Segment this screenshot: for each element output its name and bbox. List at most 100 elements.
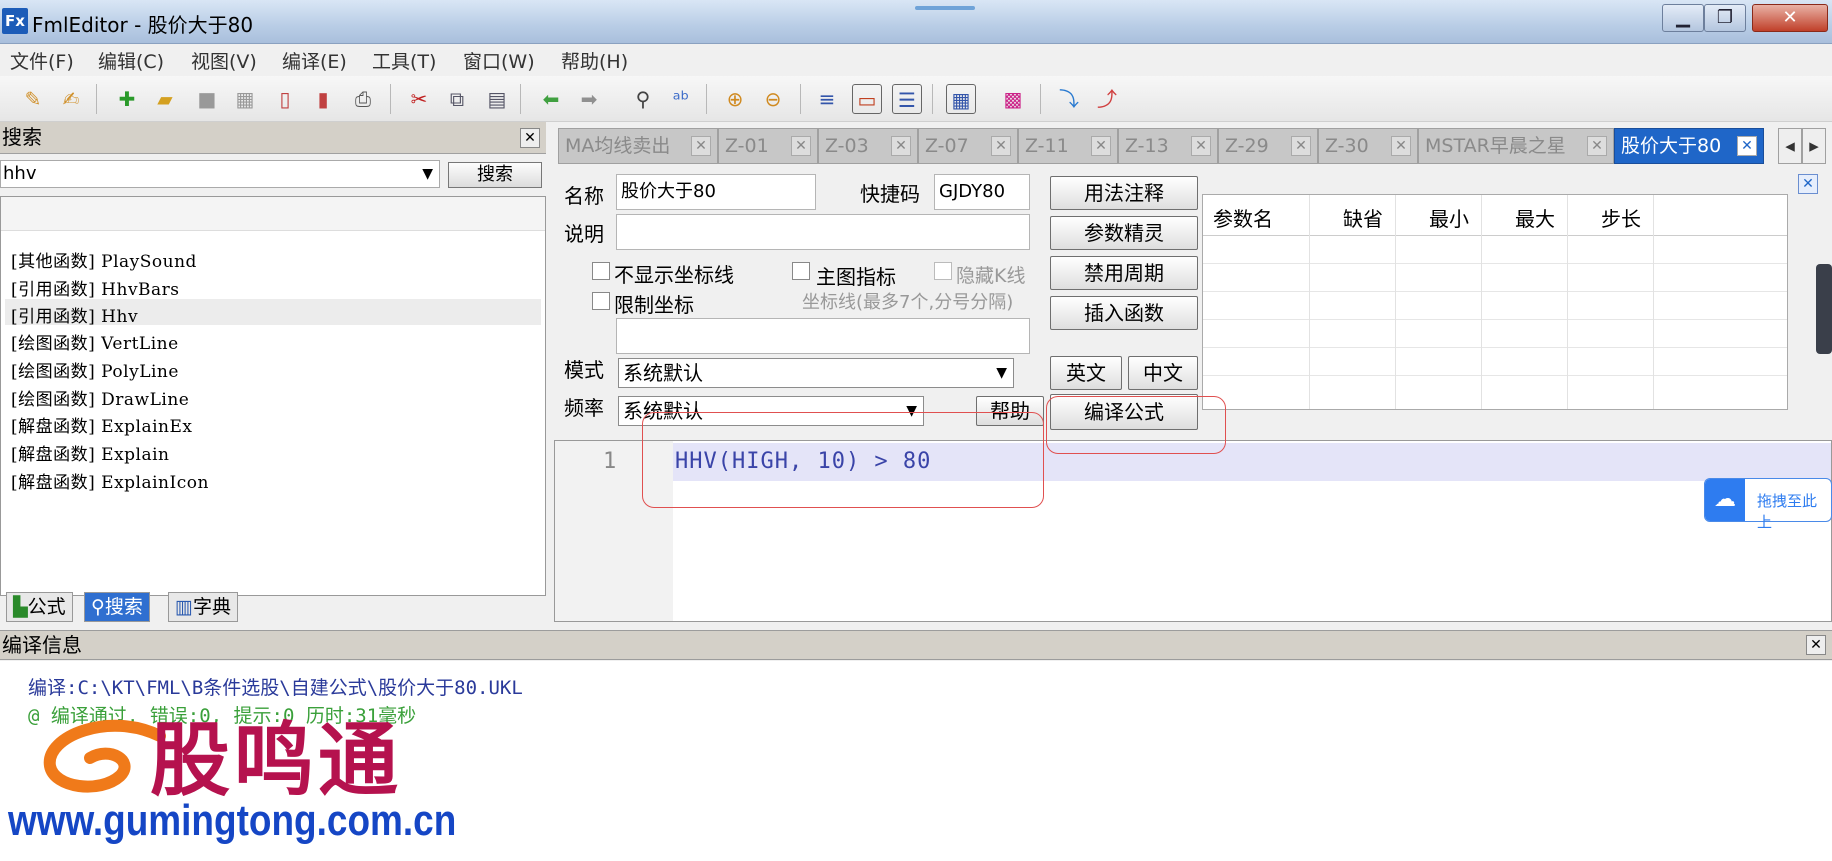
wrap-icon[interactable]: ≡ [812,84,842,114]
close-button[interactable]: ✕ [1752,4,1828,32]
print-icon[interactable]: ⎙ [348,84,378,114]
list-item[interactable]: [引用函数] HhvBars [11,275,180,300]
tab-close-icon[interactable]: ✕ [691,136,711,156]
description-field[interactable] [616,214,1030,250]
tab-close-icon[interactable]: ✕ [1737,136,1757,156]
param-close-icon[interactable]: ✕ [1798,174,1818,194]
list-item[interactable]: [绘图函数] PolyLine [11,357,179,382]
no-axis-checkbox[interactable] [592,262,610,280]
list-view-icon[interactable]: ☰ [892,84,922,114]
param-wizard-button[interactable]: 参数精灵 [1050,216,1198,250]
hide-k-checkbox[interactable] [934,262,952,280]
menu-window[interactable]: 窗口(W) [463,47,535,74]
list-item[interactable]: [解盘函数] Explain [11,440,170,465]
cut-icon[interactable]: ✂ [404,84,434,114]
chinese-button[interactable]: 中文 [1128,356,1198,390]
chevron-down-icon[interactable]: ▼ [422,161,433,187]
color-grid-icon[interactable]: ▩ [998,84,1028,114]
list-item[interactable]: [解盘函数] ExplainEx [11,412,193,437]
usage-notes-button[interactable]: 用法注释 [1050,176,1198,210]
export-icon[interactable]: ⤴ [1092,84,1122,114]
save-icon[interactable]: ■ [192,84,222,114]
list-item[interactable]: [其他函数] PlaySound [11,247,197,272]
main-chart-checkbox[interactable] [792,262,810,280]
tab-close-icon[interactable]: ✕ [791,136,811,156]
find-icon[interactable]: ⚲ [628,84,658,114]
formula-tab[interactable]: Z-29 ✕ [1218,128,1318,164]
tab-close-icon[interactable]: ✕ [1191,136,1211,156]
formula-properties: 名称 股价大于80 快捷码 GJDY80 说明 不显示坐标线 主图指标 隐藏K线… [552,164,1832,434]
maximize-button[interactable]: ❐ [1704,4,1746,32]
menu-edit[interactable]: 编辑(C) [98,47,164,74]
list-item[interactable]: [绘图函数] DrawLine [11,385,189,410]
tab-formula[interactable]: ▙公式 [6,592,73,622]
window-icon[interactable]: ▭ [852,84,882,114]
shortcut-field[interactable]: GJDY80 [934,174,1030,210]
add-icon[interactable]: ✚ [112,84,142,114]
menu-tools[interactable]: 工具(T) [372,47,436,74]
axis-hint: 坐标线(最多7个,分号分隔) [802,292,1014,313]
tab-close-icon[interactable]: ✕ [891,136,911,156]
grid-view-icon[interactable]: ▦ [946,84,976,114]
search-results-list: [其他函数] PlaySound [引用函数] HhvBars [引用函数] H… [0,196,546,596]
paste-icon[interactable]: ▤ [482,84,512,114]
tab-close-icon[interactable]: ✕ [1091,136,1111,156]
new-formula-icon[interactable]: ✎ [18,84,48,114]
document-icon[interactable]: ▯ [270,84,300,114]
minimize-button[interactable]: ▁ [1662,4,1704,32]
open-folder-icon[interactable]: ▰ [150,84,180,114]
disable-period-button[interactable]: 禁用周期 [1050,256,1198,290]
replace-icon[interactable]: ᵃᵇ [666,84,696,114]
mode-select[interactable]: 系统默认 ▼ [618,358,1014,388]
compile-info-header: 编译信息 ✕ [0,630,1832,660]
tab-close-icon[interactable]: ✕ [1291,136,1311,156]
tab-search[interactable]: ⚲搜索 [84,592,150,622]
list-item[interactable]: [解盘函数] ExplainIcon [11,468,209,493]
formula-tab-active[interactable]: 股价大于80 ✕ [1614,128,1764,164]
formula-tab[interactable]: MSTAR早晨之星 ✕ [1418,128,1614,164]
main-chart-label: 主图指标 [816,265,896,289]
zoom-out-icon[interactable]: ⊖ [758,84,788,114]
copy-icon[interactable]: ⧉ [442,84,472,114]
list-item[interactable]: [绘图函数] VertLine [11,329,179,354]
search-button[interactable]: 搜索 [448,162,542,188]
forward-arrow-icon[interactable]: ➡ [574,84,604,114]
name-field[interactable]: 股价大于80 [616,174,816,210]
menu-file[interactable]: 文件(F) [10,47,74,74]
side-handle[interactable] [1816,264,1832,354]
menu-view[interactable]: 视图(V) [191,47,257,74]
formula-tab[interactable]: Z-03 ✕ [818,128,918,164]
search-input[interactable]: hhv ▼ [0,160,440,188]
menu-compile[interactable]: 编译(E) [282,47,347,74]
import-icon[interactable]: ⤵ [1054,84,1084,114]
save-all-icon[interactable]: ▦ [230,84,260,114]
formula-tab[interactable]: MA均线卖出 ✕ [558,128,718,164]
limit-axis-checkbox[interactable] [592,292,610,310]
tab-dictionary[interactable]: ▥字典 [168,592,238,622]
tab-scroll-right-icon[interactable]: ▸ [1802,128,1826,164]
zoom-in-icon[interactable]: ⊕ [720,84,750,114]
param-column-header: 最大 [1515,207,1555,231]
back-arrow-icon[interactable]: ⬅ [536,84,566,114]
tab-close-icon[interactable]: ✕ [991,136,1011,156]
english-button[interactable]: 英文 [1050,356,1122,390]
tab-scroll-left-icon[interactable]: ◂ [1778,128,1802,164]
tab-close-icon[interactable]: ✕ [1391,136,1411,156]
param-column-header: 参数名 [1213,207,1273,231]
formula-tab[interactable]: Z-30 ✕ [1318,128,1418,164]
menu-help[interactable]: 帮助(H) [561,47,628,74]
formula-tab[interactable]: Z-07 ✕ [918,128,1018,164]
compile-close-icon[interactable]: ✕ [1806,635,1826,655]
toolbar-separator [96,84,97,114]
edit-formula-icon[interactable]: ✍ [56,84,86,114]
tab-close-icon[interactable]: ✕ [1587,136,1607,156]
axis-lines-field[interactable] [616,318,1030,354]
formula-tab[interactable]: Z-01 ✕ [718,128,818,164]
list-item[interactable]: [引用函数] Hhv [11,302,138,327]
formula-tab[interactable]: Z-11 ✕ [1018,128,1118,164]
insert-function-button[interactable]: 插入函数 [1050,296,1198,330]
drag-upload-badge[interactable]: ☁ 拖拽至此上 [1704,478,1832,531]
formula-tab[interactable]: Z-13 ✕ [1118,128,1218,164]
search-panel-close-icon[interactable]: ✕ [520,128,540,148]
copy-document-icon[interactable]: ▮ [308,84,338,114]
